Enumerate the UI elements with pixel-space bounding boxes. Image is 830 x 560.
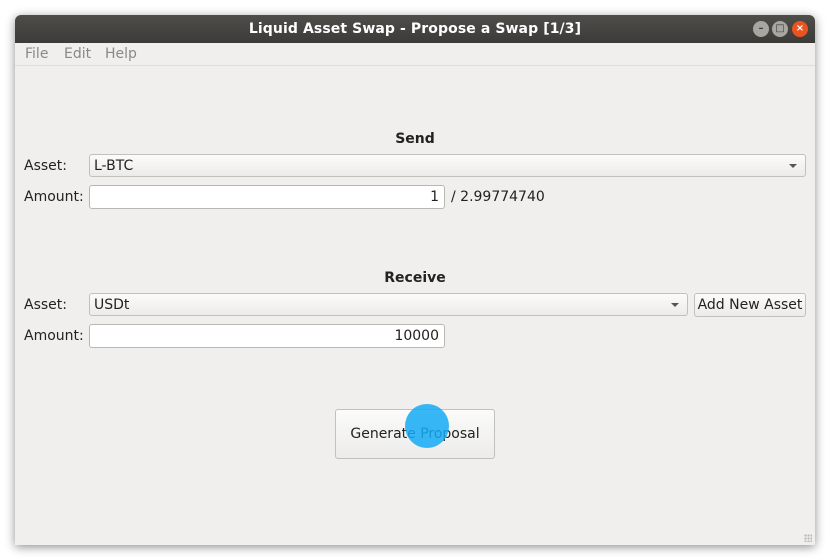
- app-window: Liquid Asset Swap - Propose a Swap [1/3]…: [15, 15, 815, 545]
- maximize-icon[interactable]: □: [772, 21, 788, 37]
- send-balance: / 2.99774740: [451, 189, 545, 205]
- menu-help[interactable]: Help: [105, 46, 137, 62]
- receive-asset-select[interactable]: USDt: [89, 293, 688, 316]
- menu-edit[interactable]: Edit: [64, 46, 91, 62]
- close-icon[interactable]: ×: [792, 21, 808, 37]
- receive-amount-input[interactable]: 10000: [89, 324, 445, 348]
- receive-asset-value: USDt: [94, 297, 130, 313]
- generate-proposal-button[interactable]: Generate Proposal: [335, 409, 495, 459]
- window-title: Liquid Asset Swap - Propose a Swap [1/3]: [248, 21, 582, 37]
- minimize-icon[interactable]: –: [753, 21, 769, 37]
- receive-amount-label: Amount:: [24, 328, 84, 344]
- menu-bar: File Edit Help: [15, 43, 815, 66]
- send-asset-value: L-BTC: [94, 158, 134, 174]
- send-amount-label: Amount:: [24, 189, 84, 205]
- title-bar[interactable]: Liquid Asset Swap - Propose a Swap [1/3]…: [15, 15, 815, 43]
- send-asset-select[interactable]: L-BTC: [89, 154, 806, 177]
- add-new-asset-button[interactable]: Add New Asset: [694, 293, 806, 317]
- chevron-down-icon: [671, 303, 679, 307]
- receive-heading: Receive: [384, 270, 446, 286]
- receive-asset-label: Asset:: [24, 297, 67, 313]
- menu-file[interactable]: File: [25, 46, 48, 62]
- resize-grip-icon[interactable]: [804, 534, 812, 542]
- send-asset-label: Asset:: [24, 158, 67, 174]
- chevron-down-icon: [789, 164, 797, 168]
- send-amount-input[interactable]: 1: [89, 185, 445, 209]
- send-heading: Send: [395, 131, 435, 147]
